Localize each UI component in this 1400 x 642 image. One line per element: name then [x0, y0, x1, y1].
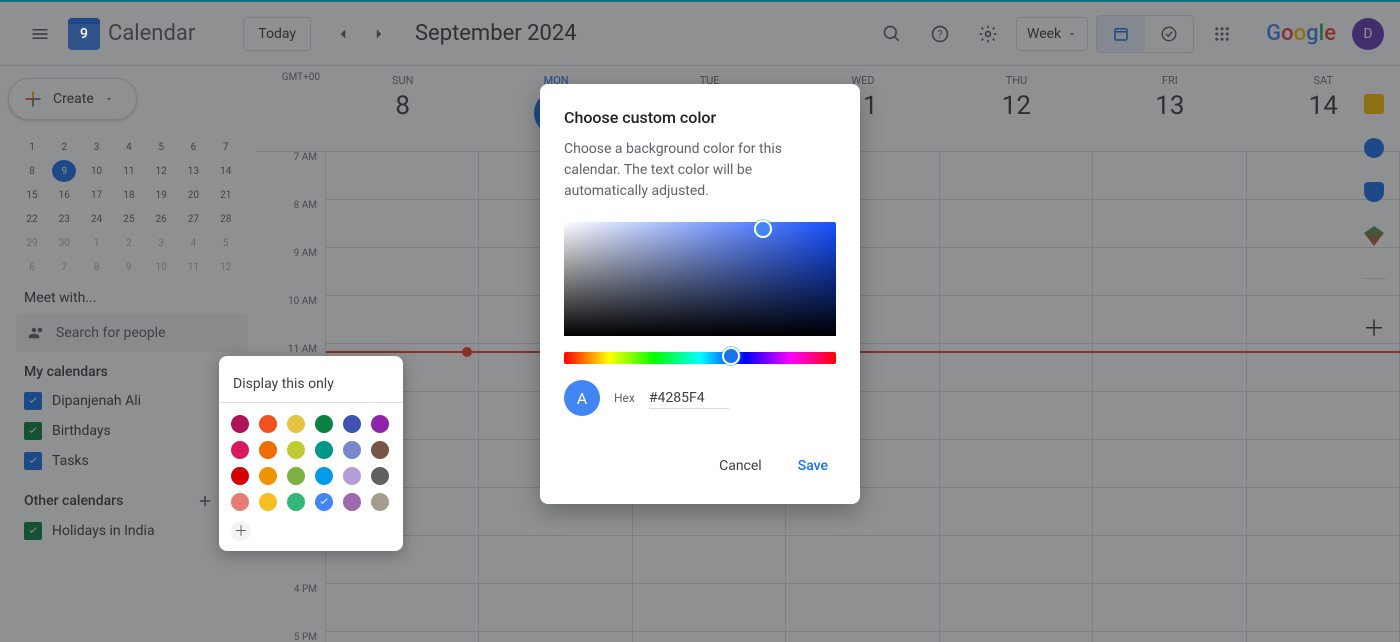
saturation-thumb[interactable]	[754, 220, 772, 238]
color-swatch[interactable]	[315, 467, 333, 485]
popup-title[interactable]: Display this only	[219, 366, 403, 403]
dialog-title: Choose custom color	[564, 108, 836, 127]
saturation-picker[interactable]	[564, 222, 836, 336]
color-swatch[interactable]	[371, 415, 389, 433]
color-swatch[interactable]	[231, 467, 249, 485]
color-swatch[interactable]	[343, 493, 361, 511]
color-swatch[interactable]	[231, 493, 249, 511]
color-swatch[interactable]	[231, 441, 249, 459]
hex-input[interactable]	[649, 388, 729, 409]
color-swatch[interactable]	[371, 441, 389, 459]
color-swatch[interactable]	[259, 467, 277, 485]
add-custom-color-button[interactable]: ＋	[231, 521, 251, 541]
color-options-popup: Display this only ＋	[219, 356, 403, 551]
color-swatch[interactable]	[259, 493, 277, 511]
color-swatch[interactable]	[315, 493, 333, 511]
dialog-description: Choose a background color for this calen…	[564, 139, 836, 202]
color-swatch[interactable]	[259, 441, 277, 459]
color-swatch[interactable]	[287, 467, 305, 485]
color-swatch[interactable]	[259, 415, 277, 433]
color-swatch[interactable]	[343, 441, 361, 459]
color-swatch[interactable]	[315, 441, 333, 459]
hue-slider[interactable]	[564, 352, 836, 364]
color-swatch[interactable]	[287, 493, 305, 511]
hex-label: Hex	[614, 391, 635, 405]
custom-color-dialog: Choose custom color Choose a background …	[540, 84, 860, 504]
color-swatch[interactable]	[343, 467, 361, 485]
color-swatch[interactable]	[343, 415, 361, 433]
color-swatch[interactable]	[287, 441, 305, 459]
color-swatch[interactable]	[371, 467, 389, 485]
hue-thumb[interactable]	[722, 347, 740, 365]
color-swatch[interactable]	[371, 493, 389, 511]
cancel-button[interactable]: Cancel	[711, 452, 770, 480]
color-swatch[interactable]	[231, 415, 249, 433]
color-preview: A	[564, 380, 600, 416]
save-button[interactable]: Save	[790, 452, 836, 480]
color-swatch[interactable]	[287, 415, 305, 433]
color-swatch[interactable]	[315, 415, 333, 433]
